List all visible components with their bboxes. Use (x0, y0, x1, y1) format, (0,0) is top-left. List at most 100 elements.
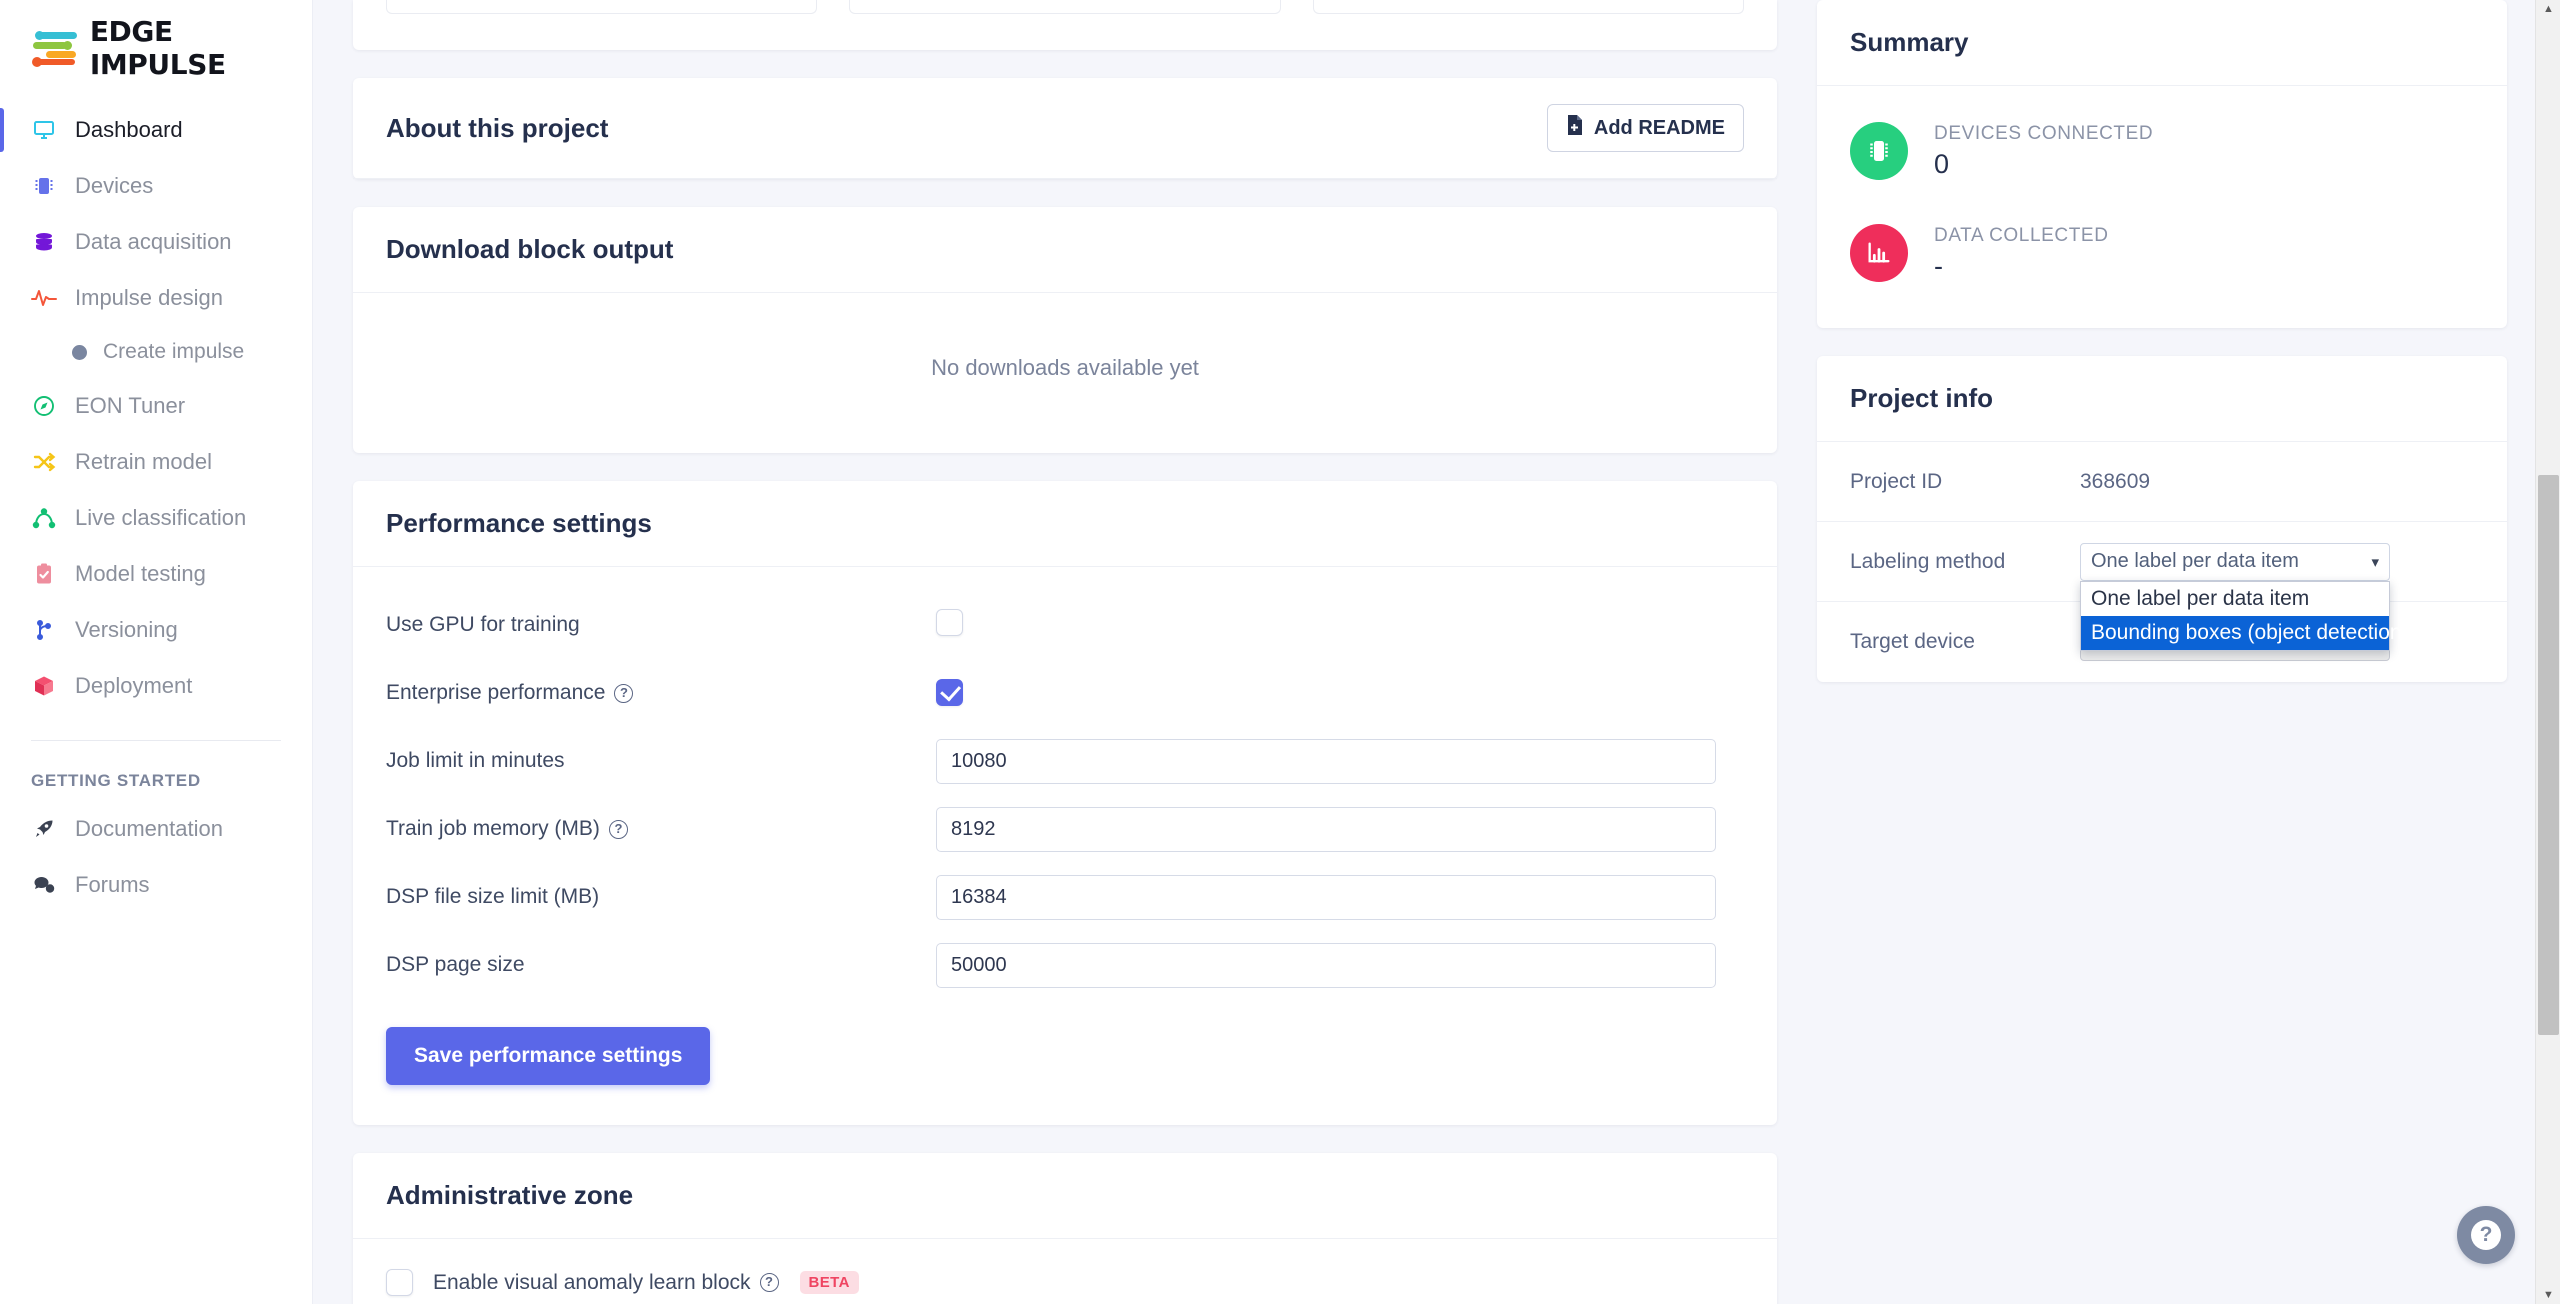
administrative-zone-card: Administrative zone Enable visual anomal… (353, 1153, 1777, 1304)
sidebar-item-label: Versioning (75, 617, 178, 642)
data-collected-value: - (1934, 250, 1943, 281)
project-id-row: Project ID 368609 (1817, 442, 2507, 522)
sidebar-item-label: Data acquisition (75, 229, 232, 254)
enterprise-performance-checkbox[interactable] (936, 679, 963, 707)
performance-settings-card: Performance settings Use GPU for trainin… (353, 481, 1777, 1125)
sidebar-subitem-label: Create impulse (103, 340, 245, 363)
sidebar-item-data-acquisition[interactable]: Data acquisition (0, 214, 312, 270)
labeling-method-select[interactable]: One label per data item ▾ (2080, 542, 2390, 581)
train-job-memory-field (936, 806, 1744, 852)
scroll-down-arrow-icon[interactable]: ▼ (2536, 1286, 2560, 1304)
project-tiles-row (353, 0, 1777, 14)
train-job-memory-input[interactable] (936, 806, 1716, 852)
train-job-memory-label: Train job memory (MB) ? (386, 817, 936, 841)
help-fab-button[interactable]: ? (2457, 1206, 2515, 1264)
project-tile[interactable] (849, 0, 1281, 14)
sidebar-item-forums[interactable]: Forums (0, 857, 312, 913)
summary-title: Summary (1850, 27, 1969, 57)
chip-icon (31, 173, 57, 199)
scroll-up-arrow-icon[interactable]: ▲ (2536, 0, 2560, 18)
about-project-header: About this project Add README (353, 78, 1777, 179)
about-project-title: About this project (386, 112, 609, 143)
sidebar-item-label: Retrain model (75, 449, 212, 474)
labeling-method-dropdown[interactable]: One label per data item Bounding boxes (… (2080, 580, 2409, 651)
dsp-file-size-input[interactable] (936, 874, 1716, 920)
sidebar-item-label: EON Tuner (75, 393, 186, 418)
brand-logo[interactable]: EDGE IMPULSE (0, 0, 312, 81)
sidebar-item-create-impulse[interactable]: Create impulse (0, 326, 312, 378)
devices-connected-label: DEVICES CONNECTED (1934, 122, 2154, 144)
sidebar-item-retrain-model[interactable]: Retrain model (0, 434, 312, 490)
dropdown-option-one-label[interactable]: One label per data item (2081, 582, 2389, 616)
labeling-method-row: Labeling method One label per data item … (1817, 522, 2507, 651)
sidebar-item-model-testing[interactable]: Model testing (0, 546, 312, 602)
edge-impulse-logo-icon (32, 30, 78, 67)
content-columns: About this project Add README Download b… (313, 0, 2560, 1304)
sidebar-item-label: Impulse design (75, 285, 223, 310)
sidebar-item-label: Documentation (75, 816, 223, 841)
dsp-file-size-field (936, 874, 1744, 920)
sidebar-item-impulse-design[interactable]: Impulse design (0, 270, 312, 326)
job-limit-input[interactable] (936, 738, 1716, 784)
use-gpu-field (936, 609, 1744, 641)
box-icon (31, 673, 57, 699)
download-empty-message: No downloads available yet (931, 355, 1199, 380)
sidebar-item-deployment[interactable]: Deployment (0, 658, 312, 714)
enterprise-performance-field (936, 679, 1744, 707)
target-device-label: Target device (1850, 630, 1975, 653)
scrollbar-thumb[interactable] (2538, 475, 2559, 1035)
dsp-page-size-field (936, 942, 1744, 988)
add-readme-label: Add README (1593, 116, 1725, 139)
project-info-title: Project info (1850, 383, 1994, 413)
download-block-title: Download block output (386, 234, 674, 264)
left-column: About this project Add README Download b… (353, 0, 1777, 1304)
form-row-job-limit: Job limit in minutes (353, 727, 1777, 795)
sidebar-item-label: Live classification (75, 505, 247, 530)
save-performance-settings-button[interactable]: Save performance settings (386, 1027, 711, 1085)
summary-metric-text: DATA COLLECTED - (1934, 225, 2109, 282)
labeling-method-value: One label per data item (2091, 550, 2299, 572)
file-plus-icon (1566, 115, 1584, 141)
project-tiles-card (353, 0, 1777, 50)
sidebar-item-live-classification[interactable]: Live classification (0, 490, 312, 546)
help-icon[interactable]: ? (614, 683, 634, 703)
labeling-method-label: Labeling method (1850, 549, 2006, 573)
sidebar-item-documentation[interactable]: Documentation (0, 801, 312, 857)
summary-metric-data: DATA COLLECTED - (1817, 202, 2507, 304)
add-readme-button[interactable]: Add README (1546, 104, 1744, 152)
sidebar-item-dashboard[interactable]: Dashboard (0, 102, 312, 158)
help-icon[interactable]: ? (759, 1273, 779, 1292)
train-job-memory-text: Train job memory (MB) (386, 817, 600, 840)
visual-anomaly-checkbox[interactable] (386, 1269, 413, 1296)
help-icon[interactable]: ? (608, 819, 628, 839)
dsp-page-size-label: DSP page size (386, 953, 525, 976)
page-scrollbar[interactable]: ▲ ▼ (2535, 0, 2560, 1304)
about-project-card: About this project Add README (353, 78, 1777, 179)
sidebar-nav: Dashboard Devices Data acquisition Impul… (0, 102, 312, 913)
use-gpu-checkbox[interactable] (936, 609, 963, 636)
form-row-dsp-page-size: DSP page size (353, 931, 1777, 999)
sidebar-item-label: Forums (75, 872, 150, 897)
project-tile[interactable] (386, 0, 818, 14)
pulse-wave-icon (31, 285, 57, 311)
dropdown-option-bounding-boxes[interactable]: Bounding boxes (object detection) (2081, 615, 2409, 650)
use-gpu-label: Use GPU for training (386, 613, 580, 636)
project-tile[interactable] (1312, 0, 1744, 14)
chip-icon (1850, 122, 1908, 180)
sidebar-item-eon-tuner[interactable]: EON Tuner (0, 378, 312, 434)
rocket-icon (31, 816, 57, 842)
sidebar-item-label: Devices (75, 173, 154, 198)
job-limit-label: Job limit in minutes (386, 749, 565, 772)
project-id-label: Project ID (1850, 469, 1943, 493)
dsp-page-size-input[interactable] (936, 942, 1716, 988)
performance-settings-title: Performance settings (386, 508, 652, 538)
main-content: About this project Add README Download b… (313, 0, 2560, 1304)
chevron-down-icon: ▾ (2371, 553, 2379, 571)
enterprise-performance-text: Enterprise performance (386, 681, 606, 704)
dsp-file-size-label: DSP file size limit (MB) (386, 885, 600, 908)
git-branch-icon (31, 617, 57, 643)
sidebar-item-devices[interactable]: Devices (0, 158, 312, 214)
summary-metric-text: DEVICES CONNECTED 0 (1934, 123, 2153, 180)
project-info-header: Project info (1817, 356, 2507, 442)
sidebar-item-versioning[interactable]: Versioning (0, 602, 312, 658)
